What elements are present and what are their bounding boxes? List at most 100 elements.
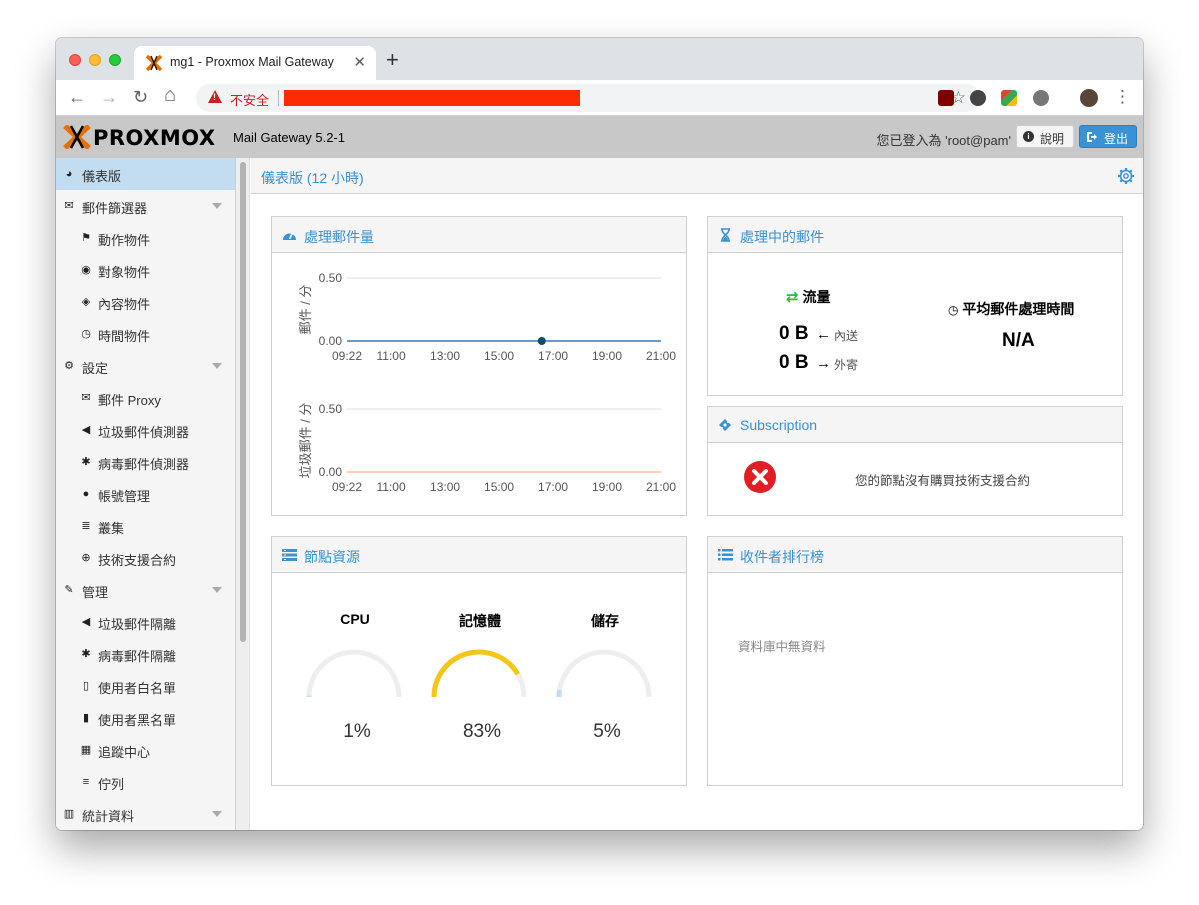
memory-value: 83%	[462, 721, 502, 742]
chevron-down-icon[interactable]	[212, 811, 222, 817]
gears-icon: ⚙	[64, 360, 74, 372]
exchange-icon: ⇄	[786, 289, 799, 306]
browser-menu-icon[interactable]: ⋮	[1114, 88, 1131, 106]
sidebar-item[interactable]: ◀ 垃圾郵件偵測器	[56, 414, 235, 446]
minimize-window-button[interactable]	[89, 54, 101, 66]
map-icon: ▦	[80, 744, 92, 756]
close-window-button[interactable]	[69, 54, 81, 66]
ublock-extension-icon[interactable]	[938, 90, 954, 106]
browser-tab[interactable]: mg1 - Proxmox Mail Gateway ✕	[134, 46, 376, 80]
help-button[interactable]: i 說明	[1016, 125, 1074, 148]
sidebar-item[interactable]: ✎ 管理	[56, 574, 235, 606]
forward-button[interactable]: →	[100, 88, 118, 106]
subscription-title: Subscription	[740, 417, 818, 433]
data-point-marker	[537, 337, 546, 345]
sidebar-item-label: 佇列	[98, 777, 125, 792]
sidebar-item[interactable]: ◀ 垃圾郵件隔離	[56, 606, 235, 638]
node-resources-panel-header: 節點資源	[272, 537, 686, 573]
sidebar-item[interactable]: ▮ 使用者黑名單	[56, 702, 235, 734]
list-icon: ≡	[82, 776, 90, 788]
ticket-icon	[719, 419, 731, 431]
sidebar-item[interactable]: ✱ 病毒郵件偵測器	[56, 446, 235, 478]
sidebar-item-label: 帳號管理	[98, 489, 151, 504]
clock-icon: ◷	[948, 303, 959, 317]
dashboard: 儀表版 (12 小時) 處理郵件量 0.00 0.50 09:22 11:00 …	[251, 158, 1143, 830]
scrollbar-thumb[interactable]	[240, 162, 246, 642]
sidebar-item[interactable]: ▯ 使用者白名單	[56, 670, 235, 702]
gear-icon[interactable]	[1117, 167, 1135, 185]
info-icon: i	[1023, 131, 1034, 142]
sidebar-item-label: 儀表版	[82, 169, 122, 184]
node-resources-title: 節點資源	[304, 549, 360, 565]
y-tick-label: 0.50	[319, 271, 343, 285]
traffic-heading: ⇄ 流量	[786, 287, 830, 307]
mail-processing-panel-header: 處理中的郵件	[708, 217, 1122, 253]
list-icon	[718, 549, 733, 561]
sidebar-scrollbar[interactable]	[236, 158, 250, 830]
sidebar-item[interactable]: ◈ 內容物件	[56, 286, 235, 318]
outgoing-label: 外寄	[834, 358, 859, 372]
chevron-down-icon[interactable]	[212, 363, 222, 369]
address-bar[interactable]: 不安全 ☆	[196, 84, 980, 112]
maximize-window-button[interactable]	[109, 54, 121, 66]
sidebar-item[interactable]: ● 帳號管理	[56, 478, 235, 510]
subscription-panel: Subscription 您的節點沒有購買技術支援合約	[707, 406, 1123, 516]
chevron-down-icon[interactable]	[212, 587, 222, 593]
mail-count-title: 處理郵件量	[304, 229, 374, 245]
sidebar-item[interactable]: ⚙ 設定	[56, 350, 235, 382]
sidebar-item[interactable]: ◷ 時間物件	[56, 318, 235, 350]
sidebar-item-label: 統計資料	[82, 809, 135, 824]
undo-extension-icon[interactable]	[970, 90, 986, 106]
logout-button[interactable]: 登出	[1079, 125, 1137, 148]
new-tab-button[interactable]: +	[386, 49, 399, 71]
browser-toolbar: ← → ↻ ⌂ 不安全 ☆ ⋮	[56, 80, 1143, 116]
bullhorn-icon: ◀	[81, 424, 91, 436]
x-tick-label: 15:00	[484, 349, 514, 363]
subscription-message: 您的節點沒有購買技術支援合約	[855, 474, 1031, 488]
sidebar-item-label: 內容物件	[98, 297, 151, 312]
sidebar-item[interactable]: ▥ 統計資料	[56, 798, 235, 830]
sidebar-item-label: 叢集	[98, 521, 125, 536]
dashboard-gauge-icon	[283, 232, 296, 240]
home-button[interactable]: ⌂	[164, 85, 176, 105]
wrench-icon: ✎	[64, 584, 74, 596]
mail-processing-panel: 處理中的郵件 ⇄ 流量 0 B ← 內送 0 B → 外寄 ◷ 平均郵件處理時間…	[707, 216, 1123, 396]
y-tick-label: 0.00	[319, 465, 343, 479]
avg-time-value: N/A	[1002, 330, 1035, 351]
sidebar-item[interactable]: ≣ 叢集	[56, 510, 235, 542]
sidebar-item[interactable]: ⚑ 動作物件	[56, 222, 235, 254]
sidebar-item[interactable]: ◉ 對象物件	[56, 254, 235, 286]
sidebar-item[interactable]: ✱ 病毒郵件隔離	[56, 638, 235, 670]
sidebar-item[interactable]: ✉ 郵件 Proxy	[56, 382, 235, 414]
sidebar-item[interactable]: ≡ 佇列	[56, 766, 235, 798]
sidebar-item[interactable]: ✉ 郵件篩選器	[56, 190, 235, 222]
chevron-down-icon[interactable]	[212, 203, 222, 209]
storage-gauge-fill	[556, 689, 563, 698]
profile-avatar[interactable]	[1080, 89, 1098, 107]
back-button[interactable]: ←	[68, 88, 86, 106]
sync-extension-icon[interactable]	[1033, 90, 1049, 106]
dashboard-icon: ◕	[65, 168, 73, 180]
sidebar-item-label: 追蹤中心	[98, 745, 151, 760]
flag-icon: ⚑	[81, 232, 91, 244]
help-label: 說明	[1040, 132, 1065, 146]
bar-chart-icon: ▥	[63, 808, 75, 820]
colorful-extension-icon[interactable]	[1001, 90, 1017, 106]
avg-time-heading: ◷ 平均郵件處理時間	[948, 299, 1074, 319]
reload-button[interactable]: ↻	[133, 88, 148, 106]
sidebar-item[interactable]: ▦ 追蹤中心	[56, 734, 235, 766]
error-x-icon	[744, 461, 776, 493]
sidebar-item-label: 對象物件	[98, 265, 151, 280]
traffic-label: 流量	[802, 289, 831, 305]
sidebar-item[interactable]: ◕ 儀表版	[56, 158, 235, 190]
bug-icon: ✱	[81, 456, 91, 468]
x-tick-label: 09:22	[332, 480, 362, 494]
sidebar-item-label: 郵件 Proxy	[98, 393, 161, 408]
envelope-outline-icon: ✉	[81, 392, 91, 404]
tab-close-icon[interactable]: ✕	[353, 53, 366, 71]
cpu-value: 1%	[343, 721, 371, 742]
logged-in-user: 您已登入為 'root@pam'	[876, 133, 1011, 148]
server-icon: ≣	[81, 520, 91, 532]
sidebar-item-label: 垃圾郵件偵測器	[98, 425, 190, 440]
sidebar-item[interactable]: ⊕ 技術支援合約	[56, 542, 235, 574]
